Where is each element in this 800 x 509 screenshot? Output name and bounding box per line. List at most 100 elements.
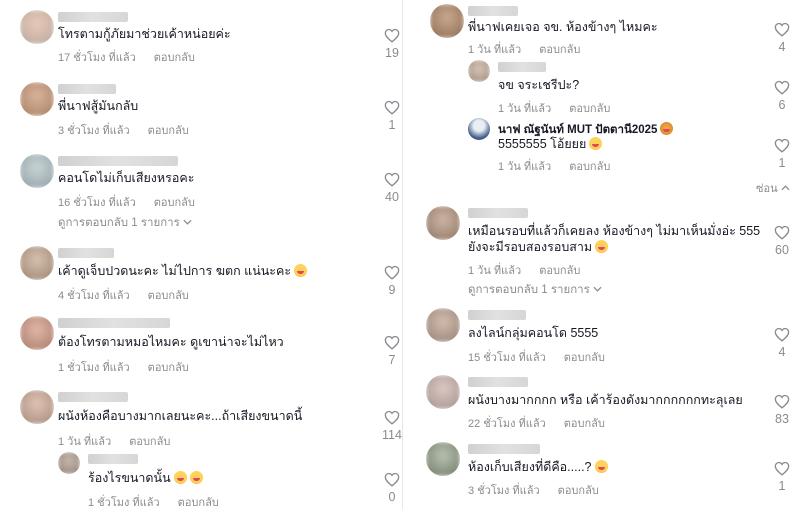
comment-meta: 22 ชั่วโมง ที่แล้ว ตอบกลับ — [468, 414, 605, 432]
heart-outline-icon — [384, 100, 400, 115]
heart-outline-icon — [774, 22, 790, 37]
avatar[interactable] — [20, 154, 54, 188]
avatar[interactable] — [468, 118, 490, 140]
view-replies-label: ดูการตอบกลับ 1 รายการ — [468, 284, 590, 296]
reply-button[interactable]: ตอบกลับ — [539, 265, 580, 277]
heart-outline-icon — [774, 138, 790, 153]
reply-button[interactable]: ตอบกลับ — [539, 44, 580, 56]
like-count: 83 — [775, 412, 789, 426]
avatar[interactable] — [468, 60, 490, 82]
comment-text: ห้องเก็บเสียงที่ดีคือ.....? — [468, 459, 608, 475]
avatar[interactable] — [430, 4, 464, 38]
reply-button[interactable]: ตอบกลับ — [148, 362, 189, 374]
username-blurred[interactable] — [468, 208, 528, 218]
comment-text: เหมือนรอบที่แล้วก็เคยลง ห้องข้างๆ ไม่มาเ… — [468, 224, 761, 238]
comment-meta: 1 วัน ที่แล้ว ตอบกลับ — [468, 261, 580, 279]
comment-time: 1 วัน ที่แล้ว — [498, 103, 552, 115]
username-blurred[interactable] — [498, 62, 546, 72]
comment-time: 16 ชั่วโมง ที่แล้ว — [58, 197, 136, 209]
chevron-up-icon — [781, 185, 790, 191]
heart-outline-icon — [774, 225, 790, 240]
username-blurred[interactable] — [88, 454, 138, 464]
username-blurred[interactable] — [58, 248, 114, 258]
reply-button[interactable]: ตอบกลับ — [569, 161, 610, 173]
comment-meta: 1 วัน ที่แล้ว ตอบกลับ — [498, 157, 610, 175]
avatar[interactable] — [20, 316, 54, 350]
comment-time: 22 ชั่วโมง ที่แล้ว — [468, 418, 546, 430]
comment-text-content: ร้องไรขนาดนั้น — [88, 471, 171, 485]
like-button[interactable]: 1 — [770, 461, 794, 493]
comment-time: 3 ชั่วโมง ที่แล้ว — [58, 125, 130, 137]
comment-text: ผนังห้องคือบางมากเลยนะคะ...ถ้าเสียงขนาดน… — [58, 409, 303, 423]
avatar[interactable] — [20, 390, 54, 424]
username-blurred[interactable] — [58, 156, 178, 166]
comment-text: จข จระเชรีปะ? — [498, 78, 580, 92]
comment-text-content: เค้าดูเจ็บปวดนะคะ ไม่ไปการ ฆตก แน่นะคะ — [58, 264, 292, 278]
avatar[interactable] — [58, 452, 80, 474]
comment-meta: 17 ชั่วโมง ที่แล้ว ตอบกลับ — [58, 48, 195, 66]
avatar[interactable] — [20, 82, 54, 116]
avatar[interactable] — [426, 308, 460, 342]
like-count: 4 — [778, 40, 786, 54]
comment-text: ต้องโทรตามหมอไหมคะ ดูเขาน่าจะไม่ไหว — [58, 335, 284, 349]
comment-meta: 1 ชั่วโมง ที่แล้ว ตอบกลับ — [88, 493, 219, 509]
laughing-emoji-icon — [595, 240, 609, 253]
laughing-emoji-icon — [589, 137, 603, 150]
username-blurred[interactable] — [468, 377, 528, 387]
comment-time: 15 ชั่วโมง ที่แล้ว — [468, 352, 546, 364]
username-blurred[interactable] — [58, 392, 128, 402]
comment-text-content: 5555555 โอ้ยยย — [498, 137, 587, 151]
like-button[interactable]: 83 — [770, 394, 794, 426]
comment-time: 17 ชั่วโมง ที่แล้ว — [58, 52, 136, 64]
heart-outline-icon — [774, 461, 790, 476]
heart-outline-icon — [384, 172, 400, 187]
reply-button[interactable]: ตอบกลับ — [148, 125, 189, 137]
chevron-down-icon — [183, 219, 192, 225]
reply-button[interactable]: ตอบกลับ — [564, 418, 605, 430]
reply-button[interactable]: ตอบกลับ — [564, 352, 605, 364]
comment-meta: 3 ชั่วโมง ที่แล้ว ตอบกลับ — [468, 481, 599, 499]
heart-outline-icon — [384, 410, 400, 425]
author-name: นาฟ ณัฐนันท์ MUT ปัตตานี2025 — [498, 124, 658, 136]
avatar[interactable] — [426, 375, 460, 409]
like-button[interactable]: 6 — [770, 80, 794, 112]
comment-meta: 4 ชั่วโมง ที่แล้ว ตอบกลับ — [58, 286, 189, 304]
laughing-emoji-icon — [173, 471, 187, 484]
comment-text: โทรตามกู้ภัยมาช่วยเค้าหน่อยค่ะ — [58, 27, 231, 41]
like-button[interactable]: 60 — [770, 225, 794, 257]
avatar[interactable] — [426, 206, 460, 240]
heart-outline-icon — [384, 472, 400, 487]
hide-replies-button[interactable]: ซ่อน — [756, 179, 790, 197]
like-button[interactable]: 4 — [770, 22, 794, 54]
comment-meta: 1 วัน ที่แล้ว ตอบกลับ — [468, 40, 580, 58]
reply-button[interactable]: ตอบกลับ — [178, 497, 219, 509]
like-button[interactable]: 1 — [770, 138, 794, 170]
view-replies-button[interactable]: ดูการตอบกลับ 1 รายการ — [468, 281, 602, 299]
like-count: 4 — [778, 345, 786, 359]
username-blurred[interactable] — [58, 12, 128, 22]
reply-button[interactable]: ตอบกลับ — [154, 197, 195, 209]
avatar[interactable] — [20, 246, 54, 280]
comment-time: 1 วัน ที่แล้ว — [468, 44, 522, 56]
comment-time: 3 ชั่วโมง ที่แล้ว — [468, 485, 540, 497]
username-blurred[interactable] — [58, 318, 170, 328]
username-blurred[interactable] — [58, 84, 116, 94]
username-blurred[interactable] — [468, 310, 526, 320]
username-blurred[interactable] — [468, 444, 540, 454]
avatar[interactable] — [20, 10, 54, 44]
comment-time: 1 วัน ที่แล้ว — [58, 436, 112, 448]
reply-button[interactable]: ตอบกลับ — [129, 436, 170, 448]
comment-time: 1 วัน ที่แล้ว — [468, 265, 522, 277]
comment-text: เค้าดูเจ็บปวดนะคะ ไม่ไปการ ฆตก แน่นะคะ — [58, 263, 308, 279]
like-button[interactable]: 4 — [770, 327, 794, 359]
reply-button[interactable]: ตอบกลับ — [148, 290, 189, 302]
comment-time: 1 ชั่วโมง ที่แล้ว — [88, 497, 160, 509]
reply-button[interactable]: ตอบกลับ — [558, 485, 599, 497]
chevron-down-icon — [593, 286, 602, 292]
reply-button[interactable]: ตอบกลับ — [154, 52, 195, 64]
view-replies-button[interactable]: ดูการตอบกลับ 1 รายการ — [58, 214, 192, 232]
reply-button[interactable]: ตอบกลับ — [569, 103, 610, 115]
comment-text: ลงไลน์กลุ่มคอนโด 5555 — [468, 326, 599, 340]
username-blurred[interactable] — [468, 6, 518, 16]
avatar[interactable] — [426, 442, 460, 476]
